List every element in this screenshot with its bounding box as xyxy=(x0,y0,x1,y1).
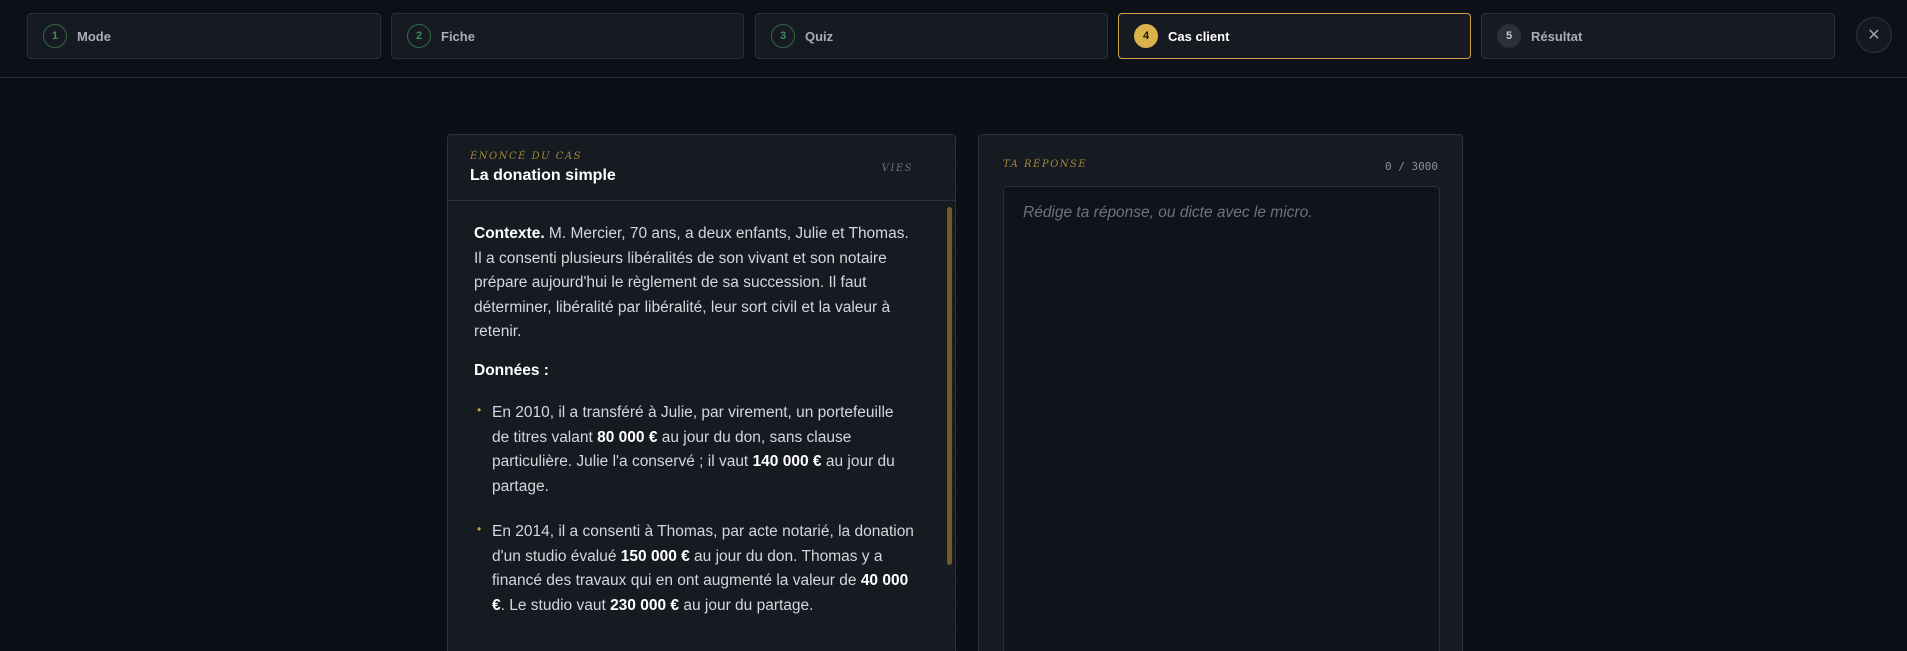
step-fiche[interactable]: 2 Fiche xyxy=(391,13,744,59)
step-label: Fiche xyxy=(441,28,475,44)
bullet-value: 80 000 € xyxy=(597,428,658,446)
step-label: Cas client xyxy=(1168,28,1230,44)
list-item: En 2010, il a transféré à Julie, par vir… xyxy=(474,398,915,499)
step-mode[interactable]: 1 Mode xyxy=(27,13,381,59)
answer-panel: TA RÉPONSE 0 / 3000 xyxy=(978,134,1463,651)
step-number: 1 xyxy=(43,24,67,48)
case-header: ÉNONCÉ DU CAS La donation simple VIES xyxy=(448,135,955,201)
case-scrollbar[interactable] xyxy=(947,207,952,565)
close-button[interactable]: ✕ xyxy=(1856,17,1892,53)
case-eyebrow: ÉNONCÉ DU CAS xyxy=(470,151,582,162)
step-quiz[interactable]: 3 Quiz xyxy=(755,13,1108,59)
step-label: Mode xyxy=(77,28,111,44)
donnees-list: En 2010, il a transféré à Julie, par vir… xyxy=(474,398,915,618)
step-label: Quiz xyxy=(805,28,834,44)
bullet-text: . Le studio vaut xyxy=(500,596,611,614)
case-panel: ÉNONCÉ DU CAS La donation simple VIES Co… xyxy=(447,134,956,651)
bullet-value: 140 000 € xyxy=(752,453,822,470)
case-statement: Contexte. M. Mercier, 70 ans, a deux enf… xyxy=(448,202,955,651)
step-resultat[interactable]: 5 Résultat xyxy=(1481,13,1835,59)
step-number: 4 xyxy=(1134,24,1158,48)
donnees-heading: Données : xyxy=(474,361,549,379)
bullet-value: 230 000 € xyxy=(610,596,680,614)
answer-header: TA RÉPONSE 0 / 3000 xyxy=(979,135,1462,185)
context-text: M. Mercier, 70 ans, a deux enfants, Juli… xyxy=(474,225,909,340)
stepper-bar: 1 Mode 2 Fiche 3 Quiz 4 Cas client 5 Rés… xyxy=(0,0,1907,78)
context-paragraph: Contexte. M. Mercier, 70 ans, a deux enf… xyxy=(474,222,915,345)
close-icon: ✕ xyxy=(1867,27,1881,44)
answer-textarea[interactable] xyxy=(1003,186,1440,651)
char-counter: 0 / 3000 xyxy=(1385,160,1438,173)
answer-eyebrow: TA RÉPONSE xyxy=(1003,159,1088,170)
bullet-text: au jour du partage. xyxy=(679,596,814,614)
bullet-value: 150 000 € xyxy=(620,547,690,565)
step-number: 3 xyxy=(771,24,795,48)
step-number: 2 xyxy=(407,24,431,48)
step-number: 5 xyxy=(1497,24,1521,48)
step-cas-client[interactable]: 4 Cas client xyxy=(1118,13,1471,59)
case-title: La donation simple xyxy=(470,167,616,184)
lives-label: VIES xyxy=(881,163,913,174)
list-item: En 2014, il a consenti à Thomas, par act… xyxy=(474,517,915,618)
context-label: Contexte. xyxy=(474,225,545,242)
step-label: Résultat xyxy=(1531,28,1583,44)
